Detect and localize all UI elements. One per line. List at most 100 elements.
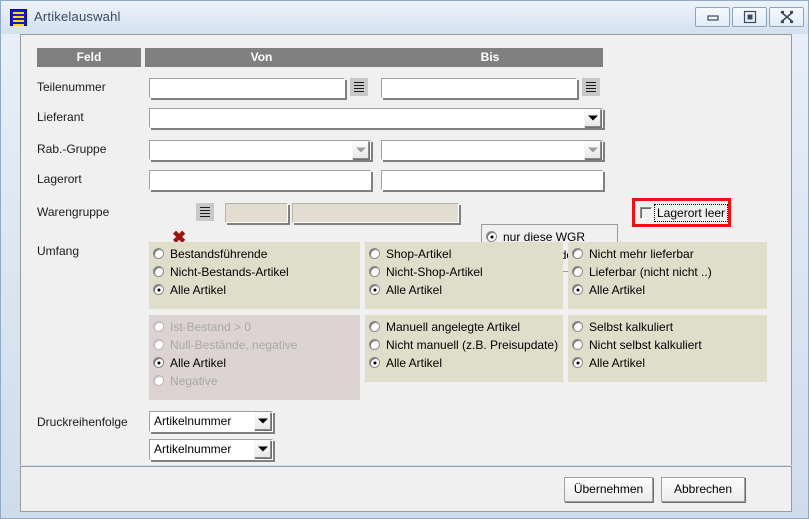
radio-label: Alle Artikel	[170, 356, 227, 370]
radio-label: Alle Artikel	[589, 356, 646, 370]
radio-label: Nicht-Bestands-Artikel	[170, 265, 289, 279]
radio-dot-icon	[572, 357, 583, 368]
radio-dot-icon	[572, 321, 583, 332]
main-panel: Feld Von Bis Teilenummer Lieferant Rab.-…	[20, 34, 792, 465]
teilenummer-bis-list-icon[interactable]	[582, 78, 600, 96]
radio-ist-bestand-groesser-0: Ist-Bestand > 0	[149, 318, 360, 336]
maximize-icon	[743, 10, 756, 24]
radio-null-bestaende-negative: Null-Bestände, negative	[149, 336, 360, 354]
radio-dot-icon	[572, 284, 583, 295]
radio-bestandsfuehrende[interactable]: Bestandsführende	[149, 245, 360, 263]
druckreihenfolge-2-chevron-down-icon[interactable]	[254, 440, 271, 458]
label-druckreihenfolge: Druckreihenfolge	[37, 415, 128, 429]
radio-manuell-angelegte-artikel[interactable]: Manuell angelegte Artikel	[365, 318, 563, 336]
close-button[interactable]	[769, 7, 804, 27]
radio-nicht-selbst-kalkuliert[interactable]: Nicht selbst kalkuliert	[568, 336, 767, 354]
column-header-bis: Bis	[377, 48, 603, 67]
group-manuell: Manuell angelegte Artikel Nicht manuell …	[365, 315, 563, 382]
radio-label: Lieferbar (nicht nicht ..)	[589, 265, 712, 279]
druckreihenfolge-select-1-value: Artikelnummer	[154, 414, 232, 428]
radio-dot-icon	[369, 357, 380, 368]
radio-dot-icon	[369, 248, 380, 259]
rabgruppe-bis-chevron-down-icon[interactable]	[584, 141, 601, 159]
maximize-button[interactable]	[732, 7, 767, 27]
radio-dot-icon	[369, 339, 380, 350]
radio-label: Shop-Artikel	[386, 247, 452, 261]
radio-label: Alle Artikel	[386, 356, 443, 370]
minimize-button[interactable]	[695, 7, 730, 27]
radio-nicht-manuell[interactable]: Nicht manuell (z.B. Preisupdate)	[365, 336, 563, 354]
uebernehmen-button[interactable]: Übernehmen	[564, 477, 653, 502]
radio-nicht-shop-artikel[interactable]: Nicht-Shop-Artikel	[365, 263, 563, 281]
group-kalkuliert: Selbst kalkuliert Nicht selbst kalkulier…	[568, 315, 767, 382]
teilenummer-von-list-icon[interactable]	[350, 78, 368, 96]
lieferant-chevron-down-icon[interactable]	[584, 109, 601, 127]
radio-dot-icon	[369, 266, 380, 277]
radio-nicht-bestands-artikel[interactable]: Nicht-Bestands-Artikel	[149, 263, 360, 281]
column-header-feld: Feld	[37, 48, 141, 67]
radio-dot-icon	[153, 248, 164, 259]
radio-lieferbar-nicht-nicht[interactable]: Lieferbar (nicht nicht ..)	[568, 263, 767, 281]
lagerort-leer-highlight: Lagerort leer	[632, 198, 731, 227]
radio-alle-artikel-ist-bestand[interactable]: Alle Artikel	[149, 354, 360, 372]
radio-label: Alle Artikel	[386, 283, 443, 297]
abbrechen-button[interactable]: Abbrechen	[661, 477, 745, 502]
lagerort-leer-label: Lagerort leer	[654, 204, 729, 222]
radio-label: Nicht mehr lieferbar	[589, 247, 694, 261]
lagerort-bis-input[interactable]	[381, 170, 603, 190]
radio-alle-artikel-shop[interactable]: Alle Artikel	[365, 281, 563, 299]
rabgruppe-bis-combobox[interactable]	[381, 140, 603, 160]
radio-dot-icon	[572, 266, 583, 277]
lieferant-combobox[interactable]	[149, 108, 603, 128]
radio-label: Ist-Bestand > 0	[170, 320, 252, 334]
radio-alle-artikel-bestand[interactable]: Alle Artikel	[149, 281, 360, 299]
label-teilenummer: Teilenummer	[37, 80, 106, 94]
rabgruppe-von-chevron-down-icon[interactable]	[352, 141, 369, 159]
radio-selbst-kalkuliert[interactable]: Selbst kalkuliert	[568, 318, 767, 336]
radio-nicht-mehr-lieferbar[interactable]: Nicht mehr lieferbar	[568, 245, 767, 263]
radio-shop-artikel[interactable]: Shop-Artikel	[365, 245, 563, 263]
radio-dot-icon	[153, 284, 164, 295]
title-bar: Artikelauswahl	[1, 1, 808, 34]
warengruppe-list-icon[interactable]	[196, 203, 214, 221]
footer-bar: Übernehmen Abbrechen	[20, 466, 792, 512]
minimize-icon	[706, 15, 719, 21]
warengruppe-von-input	[225, 203, 288, 223]
teilenummer-von-input[interactable]	[149, 78, 345, 98]
label-warengruppe: Warengruppe	[37, 205, 110, 219]
group-bestandsfuehrende: Bestandsführende Nicht-Bestands-Artikel …	[149, 242, 360, 309]
label-lieferant: Lieferant	[37, 110, 84, 124]
lagerort-leer-checkbox[interactable]	[640, 207, 652, 219]
group-lieferbar: Nicht mehr lieferbar Lieferbar (nicht ni…	[568, 242, 767, 309]
artikelauswahl-window: Artikelauswahl Feld Von Bis Teilenummer	[0, 0, 809, 519]
group-shop-artikel: Shop-Artikel Nicht-Shop-Artikel Alle Art…	[365, 242, 563, 309]
radio-label: Null-Bestände, negative	[170, 338, 298, 352]
druckreihenfolge-1-chevron-down-icon[interactable]	[254, 412, 271, 430]
radio-alle-artikel-lieferbar[interactable]: Alle Artikel	[568, 281, 767, 299]
label-lagerort: Lagerort	[37, 172, 82, 186]
teilenummer-bis-input[interactable]	[381, 78, 577, 98]
radio-dot-icon	[572, 248, 583, 259]
radio-dot-icon	[153, 266, 164, 277]
radio-dot-icon	[369, 284, 380, 295]
radio-alle-artikel-kalkuliert[interactable]: Alle Artikel	[568, 354, 767, 372]
warengruppe-bis-input	[292, 203, 459, 223]
radio-dot-icon	[486, 231, 497, 242]
label-umfang: Umfang	[37, 244, 80, 258]
close-icon	[779, 10, 794, 24]
radio-label: Nicht-Shop-Artikel	[386, 265, 483, 279]
radio-label: Nicht manuell (z.B. Preisupdate)	[386, 338, 559, 352]
column-header-von: Von	[145, 48, 378, 67]
label-rabgruppe: Rab.-Gruppe	[37, 142, 107, 156]
radio-alle-artikel-manuell[interactable]: Alle Artikel	[365, 354, 563, 372]
radio-negative: Negative	[149, 372, 360, 390]
rabgruppe-von-combobox[interactable]	[149, 140, 371, 160]
lagerort-von-input[interactable]	[149, 170, 371, 190]
radio-label: Bestandsführende	[170, 247, 268, 261]
radio-label: Alle Artikel	[589, 283, 646, 297]
radio-dot-icon	[153, 375, 164, 386]
radio-label: Manuell angelegte Artikel	[386, 320, 521, 334]
group-ist-bestand: Ist-Bestand > 0 Null-Bestände, negative …	[149, 315, 360, 400]
druckreihenfolge-select-2-value: Artikelnummer	[154, 442, 232, 456]
radio-dot-icon	[153, 357, 164, 368]
